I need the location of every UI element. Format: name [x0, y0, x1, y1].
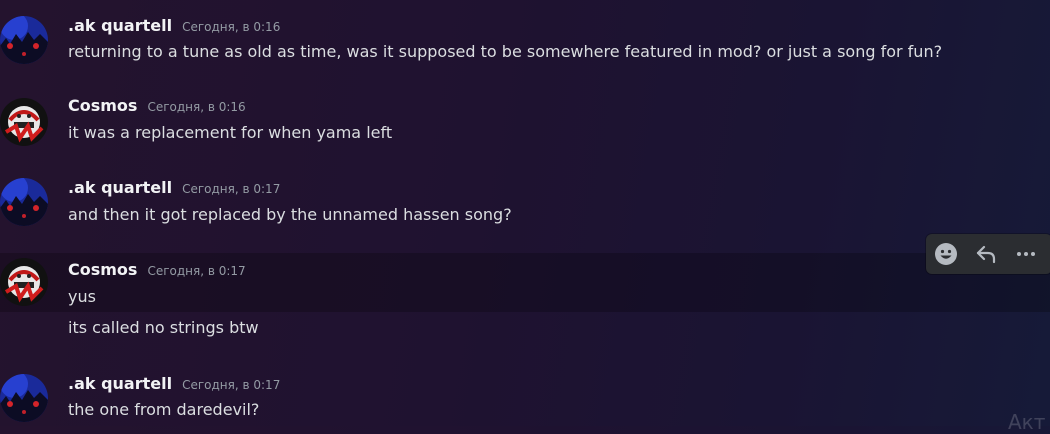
- more-options-button[interactable]: [1006, 234, 1046, 274]
- message-timestamp: Сегодня, в 0:17: [147, 264, 246, 278]
- message-timestamp: Сегодня, в 0:16: [147, 100, 246, 114]
- message-text: returning to a tune as old as time, was …: [68, 42, 943, 61]
- avatar-cosmos[interactable]: [0, 98, 48, 146]
- avatar-image: [0, 258, 48, 306]
- message-text: and then it got replaced by the unnamed …: [68, 205, 512, 224]
- reply-icon: [976, 245, 996, 264]
- avatar-cosmos[interactable]: [0, 258, 48, 306]
- author-name[interactable]: Cosmos: [68, 96, 137, 115]
- avatar-image: [0, 16, 48, 64]
- avatar-image: [0, 374, 48, 422]
- activation-watermark: Акт: [1008, 410, 1046, 434]
- message-text: it was a replacement for when yama left: [68, 123, 393, 142]
- avatar-ak-quartell[interactable]: [0, 178, 48, 226]
- message-text: yus: [68, 287, 96, 306]
- message-author[interactable]: Cosmos Сегодня, в 0:16: [68, 96, 246, 115]
- message-item-hovered[interactable]: Cosmos Сегодня, в 0:17 yus: [0, 253, 1050, 312]
- message-timestamp: Сегодня, в 0:16: [182, 20, 281, 34]
- message-author[interactable]: .ak quartell Сегодня, в 0:17: [68, 374, 280, 393]
- author-name[interactable]: .ak quartell: [68, 374, 172, 393]
- message-item[interactable]: .ak quartell Сегодня, в 0:16 returning to…: [0, 0, 1050, 80]
- message-actions-toolbar: [926, 234, 1050, 274]
- avatar-ak-quartell[interactable]: [0, 374, 48, 422]
- message-timestamp: Сегодня, в 0:17: [182, 378, 281, 392]
- avatar-ak-quartell[interactable]: [0, 16, 48, 64]
- message-author[interactable]: Cosmos Сегодня, в 0:17: [68, 260, 246, 279]
- emoji-reaction-icon: [935, 243, 957, 265]
- message-author[interactable]: .ak quartell Сегодня, в 0:17: [68, 178, 280, 197]
- reply-button[interactable]: [966, 234, 1006, 274]
- avatar-image: [0, 178, 48, 226]
- message-text: the one from daredevil?: [68, 400, 260, 419]
- avatar-image: [0, 98, 48, 146]
- author-name[interactable]: .ak quartell: [68, 16, 172, 35]
- add-reaction-button[interactable]: [926, 234, 966, 274]
- more-options-icon: [1017, 252, 1035, 256]
- message-text: its called no strings btw: [68, 318, 259, 337]
- message-timestamp: Сегодня, в 0:17: [182, 182, 281, 196]
- author-name[interactable]: .ak quartell: [68, 178, 172, 197]
- message-item-continuation[interactable]: its called no strings btw: [0, 314, 1050, 344]
- message-item[interactable]: .ak quartell Сегодня, в 0:17 the one from…: [0, 364, 1050, 426]
- message-item[interactable]: Cosmos Сегодня, в 0:16 it was a replaceme…: [0, 86, 1050, 146]
- message-author[interactable]: .ak quartell Сегодня, в 0:16: [68, 16, 280, 35]
- message-item[interactable]: .ak quartell Сегодня, в 0:17 and then it …: [0, 168, 1050, 238]
- author-name[interactable]: Cosmos: [68, 260, 137, 279]
